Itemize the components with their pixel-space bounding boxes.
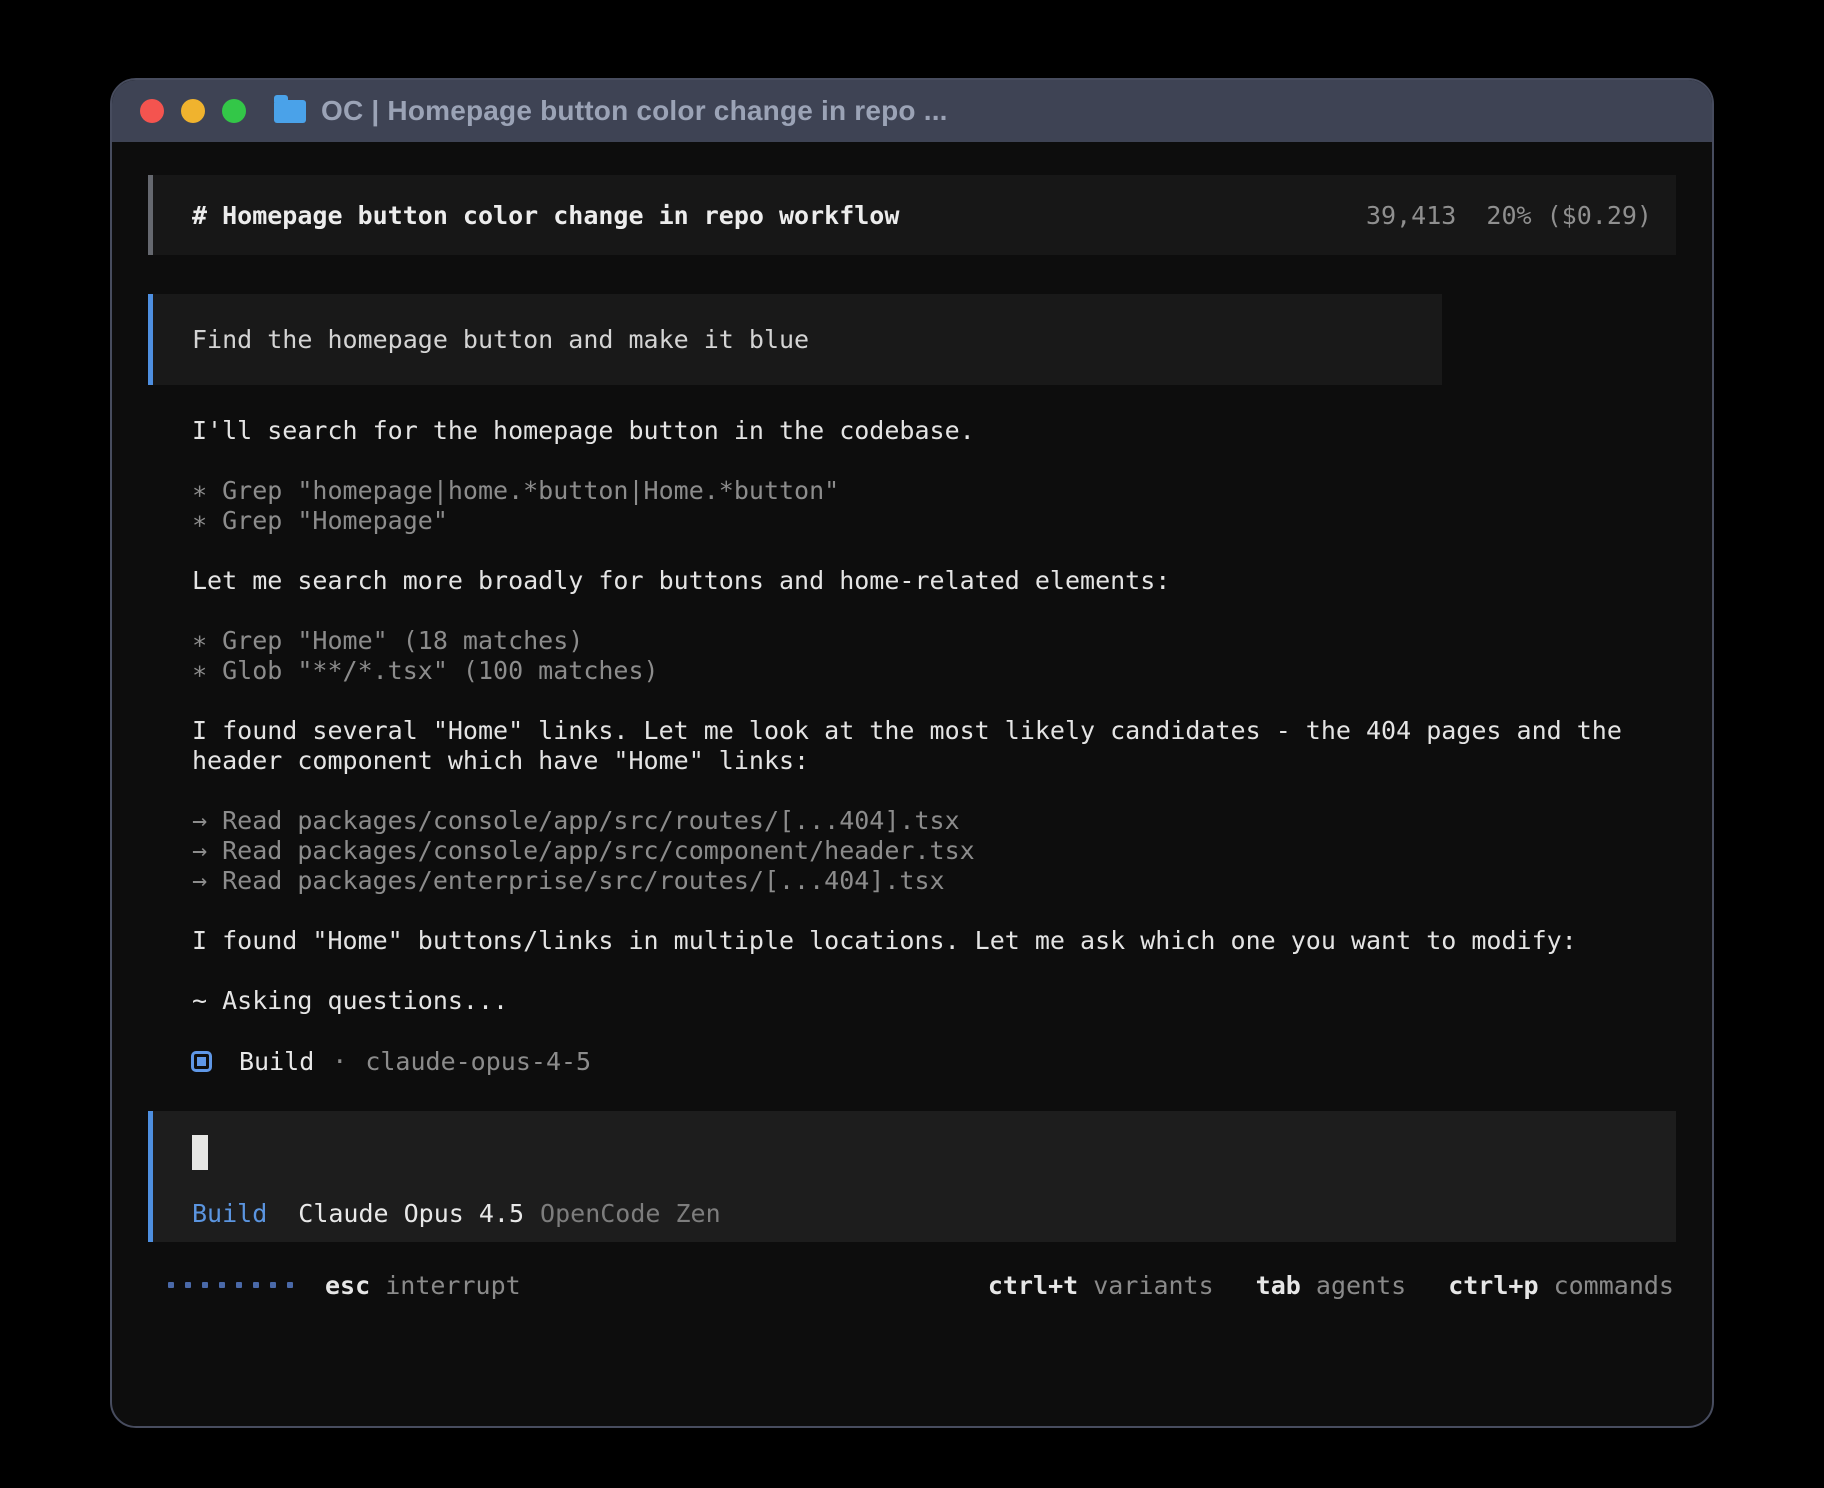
transcript-line [192,896,1676,926]
minimize-button[interactable] [181,99,205,123]
prompt-input[interactable]: Build Claude Opus 4.5 OpenCode Zen [148,1111,1676,1242]
agent-badge: Build · claude-opus-4-5 [148,1046,1676,1076]
hint-label: commands [1554,1271,1674,1300]
hint-key: esc [325,1271,370,1300]
spinner-dot [185,1282,191,1288]
spinner-dot [202,1282,208,1288]
transcript-line [192,446,1676,476]
status-bar: esc interrupt ctrl+t variants tab agents… [148,1268,1676,1302]
hint-key: ctrl+p [1448,1271,1538,1300]
input-model: Claude Opus 4.5 [298,1199,524,1228]
window-titlebar: OC | Homepage button color change in rep… [112,80,1712,142]
input-mode: Build [192,1199,267,1228]
token-count: 39,413 [1366,201,1456,230]
folder-icon [274,100,306,123]
hint-label: interrupt [385,1271,520,1300]
hint-interrupt: esc interrupt [325,1271,521,1300]
input-provider: OpenCode Zen [540,1199,721,1228]
transcript-line [192,956,1676,986]
window-controls [140,99,246,123]
terminal-window: OC | Homepage button color change in rep… [110,78,1714,1428]
transcript-line: ∗ Grep "homepage|home.*button|Home.*butt… [192,476,1676,506]
window-title: OC | Homepage button color change in rep… [321,95,948,127]
input-meta: Build Claude Opus 4.5 OpenCode Zen [192,1199,721,1228]
hint-agents: tab agents [1256,1271,1407,1300]
transcript-line: → Read packages/console/app/src/componen… [192,836,1676,866]
transcript-line: ∗ Grep "Home" (18 matches) [192,626,1676,656]
context-cost: 20% ($0.29) [1486,201,1652,230]
transcript-line: I'll search for the homepage button in t… [192,416,1676,446]
session-header: # Homepage button color change in repo w… [148,175,1676,255]
status-right: ctrl+t variants tab agents ctrl+p comman… [988,1271,1674,1300]
transcript-line: → Read packages/console/app/src/routes/[… [192,806,1676,836]
transcript-line: ∗ Glob "**/*.tsx" (100 matches) [192,656,1676,686]
transcript: I'll search for the homepage button in t… [148,416,1676,1046]
session-title: # Homepage button color change in repo w… [192,201,899,230]
transcript-line [192,1016,1676,1046]
hint-key: tab [1256,1271,1301,1300]
transcript-line: ~ Asking questions... [192,986,1676,1016]
spinner-dot [287,1282,293,1288]
spinner-dot [219,1282,225,1288]
spinner-dots [168,1282,293,1288]
hint-variants: ctrl+t variants [988,1271,1214,1300]
square-in-square-icon [191,1051,212,1072]
spinner-dot [168,1282,174,1288]
transcript-line: I found several "Home" links. Let me loo… [192,716,1676,746]
spinner-dot [253,1282,259,1288]
transcript-line [192,596,1676,626]
agent-name: Build [239,1047,314,1076]
agent-model: claude-opus-4-5 [365,1047,591,1076]
hint-label: agents [1316,1271,1406,1300]
transcript-line: Let me search more broadly for buttons a… [192,566,1676,596]
spinner-dot [236,1282,242,1288]
transcript-line: header component which have "Home" links… [192,746,1676,776]
status-left: esc interrupt [168,1271,521,1300]
transcript-line: → Read packages/enterprise/src/routes/[.… [192,866,1676,896]
terminal-content: # Homepage button color change in repo w… [112,175,1712,1428]
transcript-line [192,536,1676,566]
hint-label: variants [1093,1271,1213,1300]
close-button[interactable] [140,99,164,123]
text-cursor [192,1135,208,1170]
screen: OC | Homepage button color change in rep… [0,0,1824,1488]
transcript-line: I found "Home" buttons/links in multiple… [192,926,1676,956]
zoom-button[interactable] [222,99,246,123]
user-message-text: Find the homepage button and make it blu… [192,325,809,354]
agent-separator: · [332,1047,347,1076]
spinner-dot [270,1282,276,1288]
hint-commands: ctrl+p commands [1448,1271,1674,1300]
transcript-line: ∗ Grep "Homepage" [192,506,1676,536]
user-message: Find the homepage button and make it blu… [148,294,1442,385]
hint-key: ctrl+t [988,1271,1078,1300]
session-stats: 39,413 20% ($0.29) [1366,201,1652,230]
transcript-line [192,686,1676,716]
transcript-line [192,776,1676,806]
